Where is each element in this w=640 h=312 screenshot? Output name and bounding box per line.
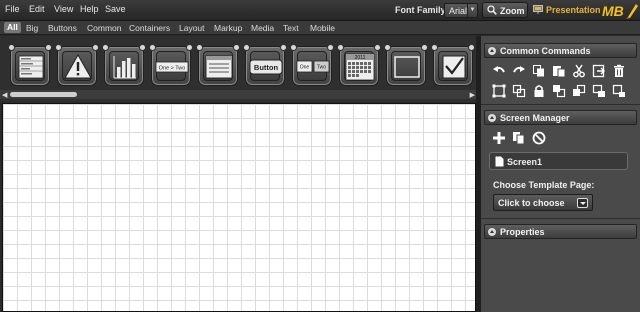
menu-save[interactable]: Save xyxy=(105,4,126,14)
calendar-year-text: 2011 xyxy=(355,55,366,61)
properties-panel-body xyxy=(481,240,640,312)
tab-markup[interactable]: Markup xyxy=(214,23,242,33)
chevron-down-icon[interactable] xyxy=(577,198,588,208)
menu-view[interactable]: View xyxy=(54,4,73,14)
tab-layout[interactable]: Layout xyxy=(179,23,205,33)
scroll-right-icon[interactable]: ▶ xyxy=(470,91,475,99)
ungroup-icon[interactable] xyxy=(512,84,526,98)
bring-forward-icon[interactable] xyxy=(572,84,586,98)
tab-containers[interactable]: Containers xyxy=(129,23,170,33)
template-page-value: Click to choose xyxy=(498,198,565,208)
font-family-select[interactable]: Arial ▼ xyxy=(444,3,478,18)
screen-manager-title: Screen Manager xyxy=(500,113,570,123)
svg-text:MB: MB xyxy=(602,3,624,19)
tab-mobile[interactable]: Mobile xyxy=(310,23,335,33)
screen-name: Screen1 xyxy=(507,157,543,167)
app-window: File Edit View Help Save Font Family: Ar… xyxy=(0,0,640,312)
tab-text[interactable]: Text xyxy=(283,23,299,33)
collapse-icon[interactable] xyxy=(488,47,496,55)
screen-list-item[interactable]: Screen1 xyxy=(489,152,628,170)
presentation-label: Presentation xyxy=(546,5,601,15)
scrollbar-thumb[interactable] xyxy=(10,92,77,97)
page-icon xyxy=(495,156,504,167)
menu-help[interactable]: Help xyxy=(80,4,99,14)
chevron-down-icon[interactable]: ▼ xyxy=(467,4,477,17)
copy-icon[interactable] xyxy=(532,64,546,78)
button-widget-text: Button xyxy=(254,63,279,72)
bring-to-front-icon[interactable] xyxy=(552,84,566,98)
undo-icon[interactable] xyxy=(492,64,506,78)
window-icon xyxy=(205,55,233,79)
component-strip-scrollbar[interactable]: ◀ ▶ xyxy=(0,90,478,99)
widget-rectangle[interactable] xyxy=(384,44,428,86)
widget-window[interactable] xyxy=(196,44,240,86)
duplicate-icon[interactable] xyxy=(512,131,526,145)
trash-icon[interactable] xyxy=(612,64,626,78)
tabs-icon: One Two xyxy=(296,60,330,73)
scroll-left-icon[interactable]: ◀ xyxy=(2,91,7,99)
widget-button[interactable]: Button xyxy=(243,44,287,86)
presentation-icon xyxy=(533,5,543,14)
common-commands-title: Common Commands xyxy=(500,46,591,56)
collapse-icon[interactable] xyxy=(488,114,496,122)
widget-breadcrumbs[interactable]: One > Two xyxy=(149,44,193,86)
widget-chart[interactable] xyxy=(102,44,146,86)
add-icon[interactable] xyxy=(492,131,506,145)
widget-checkbox[interactable] xyxy=(431,44,475,86)
tab-buttons[interactable]: Buttons xyxy=(48,23,77,33)
collapse-icon[interactable] xyxy=(488,228,496,236)
breadcrumb-icon: One > Two xyxy=(155,61,189,73)
tabs-text-one: One xyxy=(300,65,310,71)
widget-list[interactable] xyxy=(8,44,52,86)
zoom-label: Zoom xyxy=(500,6,525,16)
tabs-text-two: Two xyxy=(317,65,326,71)
common-commands-header[interactable]: Common Commands xyxy=(484,43,637,58)
send-to-back-icon[interactable] xyxy=(612,84,626,98)
lock-icon[interactable] xyxy=(532,84,546,98)
menu-bar: File Edit View Help Save Font Family: Ar… xyxy=(0,0,640,21)
template-page-select[interactable]: Click to choose xyxy=(493,194,593,211)
menu-file[interactable]: File xyxy=(5,4,20,14)
magnifier-icon xyxy=(487,5,497,15)
widget-calendar[interactable]: 2011 xyxy=(337,44,381,86)
menu-edit[interactable]: Edit xyxy=(29,4,45,14)
category-tabs: All Big Buttons Common Containers Layout… xyxy=(0,21,640,35)
widget-tabs[interactable]: One Two xyxy=(290,44,334,86)
tab-media[interactable]: Media xyxy=(251,23,274,33)
presentation-button[interactable]: Presentation xyxy=(532,3,601,18)
delete-icon[interactable] xyxy=(532,131,546,145)
properties-title: Properties xyxy=(500,227,545,237)
button-icon: Button xyxy=(249,59,283,75)
font-family-value: Arial xyxy=(449,6,468,16)
redo-icon[interactable] xyxy=(512,64,526,78)
rectangle-icon xyxy=(394,56,420,78)
properties-header[interactable]: Properties xyxy=(484,224,637,239)
list-box-icon xyxy=(18,55,44,79)
bar-chart-icon xyxy=(113,56,136,79)
tab-big[interactable]: Big xyxy=(26,23,38,33)
checkbox-icon xyxy=(442,55,466,79)
export-icon[interactable] xyxy=(592,64,606,78)
widget-alert[interactable] xyxy=(55,44,99,86)
cut-icon[interactable] xyxy=(572,64,586,78)
right-panel: Common Commands Screen Manager Screen1 C… xyxy=(481,36,640,312)
tab-common[interactable]: Common xyxy=(87,23,121,33)
calendar-icon: 2011 xyxy=(345,53,375,81)
zoom-button[interactable]: Zoom xyxy=(482,2,528,18)
component-library-strip: One > Two Button One Two 2011 ◀ ▶ xyxy=(0,36,478,102)
screen-manager-header[interactable]: Screen Manager xyxy=(484,110,637,125)
template-page-label: Choose Template Page: xyxy=(493,180,595,190)
group-icon[interactable] xyxy=(492,84,506,98)
font-family-label: Font Family: xyxy=(395,5,449,15)
mybalsamiq-logo: MB xyxy=(602,3,638,19)
mockup-canvas[interactable] xyxy=(2,103,476,312)
alert-icon xyxy=(64,53,92,79)
paste-icon[interactable] xyxy=(552,64,566,78)
tab-all[interactable]: All xyxy=(4,22,21,33)
send-backward-icon[interactable] xyxy=(592,84,606,98)
breadcrumb-text: One > Two xyxy=(159,66,186,72)
